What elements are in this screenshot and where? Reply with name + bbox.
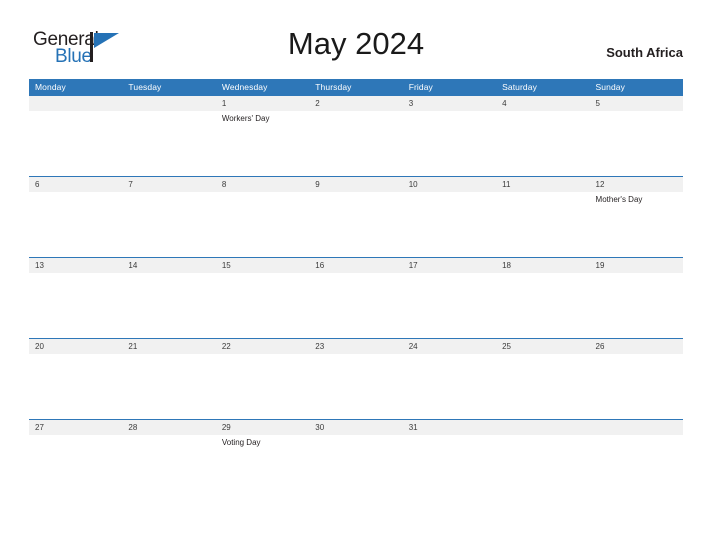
day-number[interactable] [29, 96, 122, 111]
day-number[interactable]: 12 [590, 177, 683, 192]
calendar-week-row: 27 28 29 30 31 Voting Day [29, 419, 683, 500]
day-event [496, 111, 589, 176]
day-event [122, 273, 215, 338]
day-number[interactable] [122, 96, 215, 111]
calendar-week-row: 1 2 3 4 5 Workers' Day [29, 95, 683, 176]
day-event [309, 354, 402, 419]
day-number[interactable]: 2 [309, 96, 402, 111]
day-number[interactable]: 21 [122, 339, 215, 354]
day-event [403, 192, 496, 257]
day-event [403, 111, 496, 176]
weekday-header-friday: Friday [408, 82, 433, 92]
weekday-header-saturday: Saturday [502, 82, 537, 92]
day-event [590, 111, 683, 176]
week-event-band: Mother's Day [29, 192, 683, 257]
day-number[interactable]: 17 [403, 258, 496, 273]
week-event-band [29, 354, 683, 419]
day-number[interactable] [496, 420, 589, 435]
day-event [590, 273, 683, 338]
day-event [122, 192, 215, 257]
week-event-band [29, 273, 683, 338]
day-event: Workers' Day [221, 114, 270, 123]
day-event [309, 192, 402, 257]
day-event [496, 273, 589, 338]
day-event [496, 435, 589, 500]
day-number[interactable]: 24 [403, 339, 496, 354]
day-event [216, 273, 309, 338]
day-event [496, 192, 589, 257]
day-number[interactable]: 18 [496, 258, 589, 273]
week-date-band: 6 7 8 9 10 11 12 [29, 177, 683, 192]
day-number[interactable]: 20 [29, 339, 122, 354]
day-number[interactable]: 8 [216, 177, 309, 192]
day-event [309, 111, 402, 176]
day-number[interactable]: 5 [590, 96, 683, 111]
day-event [216, 354, 309, 419]
day-number[interactable]: 13 [29, 258, 122, 273]
day-event [403, 435, 496, 500]
week-date-band: 1 2 3 4 5 [29, 96, 683, 111]
day-number[interactable]: 27 [29, 420, 122, 435]
day-number[interactable]: 1 [216, 96, 309, 111]
day-event [590, 435, 683, 500]
day-event [122, 111, 215, 176]
day-number[interactable]: 3 [403, 96, 496, 111]
week-date-band: 27 28 29 30 31 [29, 420, 683, 435]
day-number[interactable]: 22 [216, 339, 309, 354]
day-event [590, 354, 683, 419]
day-event [309, 435, 402, 500]
calendar-week-row: 6 7 8 9 10 11 12 Mother's Day [29, 176, 683, 257]
day-number[interactable]: 23 [309, 339, 402, 354]
day-event [403, 354, 496, 419]
day-event [29, 435, 122, 500]
day-event [29, 111, 122, 176]
day-number[interactable]: 25 [496, 339, 589, 354]
day-number[interactable]: 7 [122, 177, 215, 192]
page-title: May 2024 [287, 26, 425, 61]
day-number[interactable]: 9 [309, 177, 402, 192]
day-event [29, 192, 122, 257]
day-number[interactable]: 26 [590, 339, 683, 354]
day-event [29, 354, 122, 419]
day-event: Voting Day [221, 438, 261, 447]
calendar-week-row: 20 21 22 23 24 25 26 [29, 338, 683, 419]
day-number[interactable]: 10 [403, 177, 496, 192]
day-number[interactable] [590, 420, 683, 435]
country-label: South Africa [606, 45, 683, 60]
weekday-header-tuesday: Tuesday [128, 82, 162, 92]
day-event [216, 192, 309, 257]
calendar-week-row: 13 14 15 16 17 18 19 [29, 257, 683, 338]
weekday-header-wednesday: Wednesday [221, 82, 268, 92]
week-event-band: Voting Day [29, 435, 683, 500]
week-date-band: 20 21 22 23 24 25 26 [29, 339, 683, 354]
day-event [403, 273, 496, 338]
day-event [496, 354, 589, 419]
day-event [122, 435, 215, 500]
page-header: General Blue May 2024 South Africa [0, 0, 712, 66]
day-number[interactable]: 19 [590, 258, 683, 273]
day-number[interactable]: 11 [496, 177, 589, 192]
day-number[interactable]: 30 [309, 420, 402, 435]
day-event [29, 273, 122, 338]
day-event [309, 273, 402, 338]
day-number[interactable]: 6 [29, 177, 122, 192]
day-number[interactable]: 15 [216, 258, 309, 273]
weekday-header-sunday: Sunday [595, 82, 625, 92]
day-number[interactable]: 31 [403, 420, 496, 435]
day-number[interactable]: 16 [309, 258, 402, 273]
day-event [122, 354, 215, 419]
weekday-header-monday: Monday [35, 82, 66, 92]
weekday-header-row: Monday Tuesday Wednesday Thursday Friday… [29, 79, 683, 95]
calendar-grid: Monday Tuesday Wednesday Thursday Friday… [29, 79, 683, 500]
week-date-band: 13 14 15 16 17 18 19 [29, 258, 683, 273]
day-number[interactable]: 4 [496, 96, 589, 111]
weekday-header-thursday: Thursday [315, 82, 352, 92]
calendar-page: General Blue May 2024 South Africa Monda… [0, 0, 712, 550]
day-number[interactable]: 29 [216, 420, 309, 435]
day-number[interactable]: 14 [122, 258, 215, 273]
day-event: Mother's Day [595, 195, 643, 204]
week-event-band: Workers' Day [29, 111, 683, 176]
day-number[interactable]: 28 [122, 420, 215, 435]
